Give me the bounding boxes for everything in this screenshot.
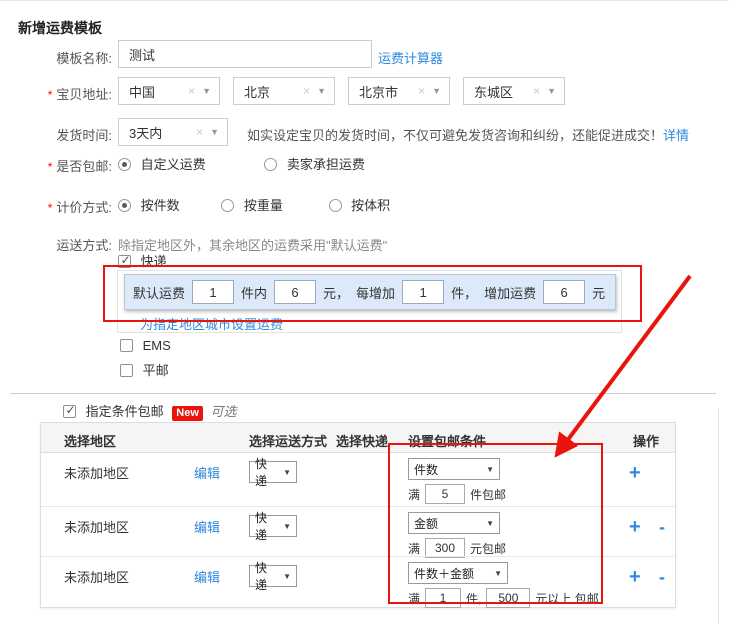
add-row-button[interactable]: + (629, 517, 641, 537)
remove-row-button[interactable]: - (659, 567, 665, 587)
area-cell: 未添加地区 (64, 520, 130, 535)
required-mark: * (47, 201, 53, 215)
edit-link[interactable]: 编辑 (194, 567, 220, 586)
ems-checkbox-label[interactable]: EMS (143, 338, 171, 353)
clear-icon[interactable]: × (533, 84, 540, 98)
seller-pays-option-label[interactable]: 卖家承担运费 (287, 157, 365, 172)
section-divider (10, 393, 716, 394)
chevron-down-icon: ▼ (494, 568, 502, 578)
conditional-free-label[interactable]: 指定条件包邮 (86, 404, 164, 419)
seller-pays-radio[interactable] (264, 158, 278, 171)
header-select-method: 选择运送方式 (249, 434, 328, 449)
ordinary-mail-checkbox[interactable] (120, 364, 133, 377)
shipping-template-page: 新增运费模板 模板名称: 运费计算器 *宝贝地址: 中国 × ▼ 北京 × ▼ … (0, 0, 729, 624)
amount-threshold-input[interactable] (425, 538, 466, 558)
add-row-button[interactable]: + (629, 463, 641, 483)
pieces-threshold-input[interactable] (425, 484, 466, 504)
header-operations: 操作 (633, 434, 660, 449)
pricing-method-label: * 计价方式: (47, 200, 112, 215)
express-checkbox[interactable]: ✓ (118, 253, 131, 268)
condition-type-select[interactable]: 金额 ▼ (408, 512, 500, 534)
condition-type-select[interactable]: 件数 ▼ (408, 458, 500, 480)
ems-checkbox[interactable] (120, 339, 133, 352)
amount-threshold-input[interactable] (486, 588, 531, 608)
template-name-input[interactable] (118, 40, 372, 68)
area-cell: 未添加地区 (64, 466, 130, 481)
condition-type-select[interactable]: 件数＋金额 ▼ (408, 562, 508, 584)
chevron-down-icon: ▼ (283, 467, 291, 477)
free-shipping-label: * 是否包邮: (47, 159, 112, 174)
default-fee-label: 默认运费 (133, 285, 186, 301)
by-volume-radio[interactable] (328, 199, 342, 212)
by-weight-option-label[interactable]: 按重量 (244, 198, 283, 213)
shipping-method-label: 运送方式: (56, 238, 112, 253)
required-mark: * (47, 88, 53, 102)
check-icon: ✓ (120, 253, 131, 267)
page-title: 新增运费模板 (18, 20, 102, 36)
chevron-down-icon: ▼ (432, 86, 441, 96)
added-fee-input[interactable] (543, 280, 586, 304)
remove-row-button[interactable]: - (659, 517, 665, 537)
address-city-select[interactable]: 北京市 × ▼ (348, 77, 450, 105)
increment-pieces-input[interactable] (402, 280, 445, 304)
by-weight-radio[interactable] (221, 199, 235, 212)
chevron-down-icon: ▼ (486, 518, 494, 528)
detail-link[interactable]: 详情 (663, 128, 689, 143)
method-select[interactable]: 快递 ▼ (249, 561, 297, 592)
default-fee-row: 默认运费 件内 元， 每增加 件， 增加运费 元 (124, 274, 616, 310)
custom-fee-radio[interactable] (118, 158, 131, 171)
required-mark: * (47, 160, 53, 174)
template-name-label: 模板名称: (56, 51, 112, 66)
conditional-free-checkbox[interactable]: ✓ (63, 403, 76, 418)
area-cell: 未添加地区 (64, 570, 130, 585)
clear-icon[interactable]: × (418, 84, 425, 98)
clear-icon[interactable]: × (303, 84, 310, 98)
delivery-time-label: 发货时间: (56, 128, 112, 143)
express-checkbox-label[interactable]: 快递 (141, 254, 167, 269)
method-select[interactable]: 快递 ▼ (249, 511, 297, 542)
header-free-condition: 设置包邮条件 (408, 434, 487, 449)
by-piece-radio[interactable] (118, 199, 131, 212)
top-divider (0, 0, 729, 1)
item-address-label: * 宝贝地址: (47, 87, 112, 102)
chevron-down-icon: ▼ (547, 86, 556, 96)
chevron-down-icon: ▼ (486, 464, 494, 474)
condition-table: 选择地区 选择运送方式 选择快递 设置包邮条件 操作 未添加地区 编辑 快递 ▼ … (40, 422, 676, 608)
chevron-down-icon: ▼ (202, 86, 211, 96)
city-fee-link[interactable]: 为指定地区城市设置运费 (140, 314, 283, 333)
chevron-down-icon: ▼ (317, 86, 326, 96)
header-select-area: 选择地区 (64, 434, 117, 449)
within-pieces-input[interactable] (192, 280, 235, 304)
pieces-threshold-input[interactable] (425, 588, 462, 608)
chevron-down-icon: ▼ (283, 521, 291, 531)
custom-fee-option-label[interactable]: 自定义运费 (141, 157, 206, 172)
table-row: 未添加地区 编辑 快递▼ 件数▼ 满 件包邮 + (41, 453, 675, 506)
address-province-select[interactable]: 北京 × ▼ (233, 77, 335, 105)
address-district-select[interactable]: 东城区 × ▼ (463, 77, 565, 105)
chevron-down-icon: ▼ (283, 571, 291, 581)
ordinary-mail-checkbox-label[interactable]: 平邮 (143, 363, 169, 378)
fee-calculator-link[interactable]: 运费计算器 (378, 48, 443, 67)
edit-link[interactable]: 编辑 (194, 517, 220, 536)
by-piece-option-label[interactable]: 按件数 (141, 198, 180, 213)
header-select-express: 选择快递 (336, 434, 389, 449)
table-header-row: 选择地区 选择运送方式 选择快递 设置包邮条件 操作 (41, 423, 675, 453)
clear-icon[interactable]: × (188, 84, 195, 98)
clear-icon[interactable]: × (196, 125, 203, 139)
check-icon: ✓ (65, 403, 76, 417)
optional-note: 可选 (210, 404, 237, 419)
new-badge: New (172, 406, 203, 421)
by-volume-option-label[interactable]: 按体积 (351, 198, 390, 213)
chevron-down-icon: ▼ (210, 127, 219, 137)
delivery-time-select[interactable]: 3天内 × ▼ (118, 118, 228, 146)
method-select[interactable]: 快递 ▼ (249, 457, 297, 488)
page-edge-line (718, 408, 719, 624)
base-fee-input[interactable] (274, 280, 317, 304)
table-row: 未添加地区 编辑 快递▼ 金额▼ 满 元包邮 + - (41, 506, 675, 558)
table-row: 未添加地区 编辑 快递▼ 件数＋金额▼ 满 件, 元以上 包邮 + - (41, 556, 675, 609)
delivery-time-hint: 如实设定宝贝的发货时间，不仅可避免发货咨询和纠纷，还能促进成交！详情 (247, 128, 690, 143)
add-row-button[interactable]: + (629, 567, 641, 587)
edit-link[interactable]: 编辑 (194, 463, 220, 482)
address-country-select[interactable]: 中国 × ▼ (118, 77, 220, 105)
